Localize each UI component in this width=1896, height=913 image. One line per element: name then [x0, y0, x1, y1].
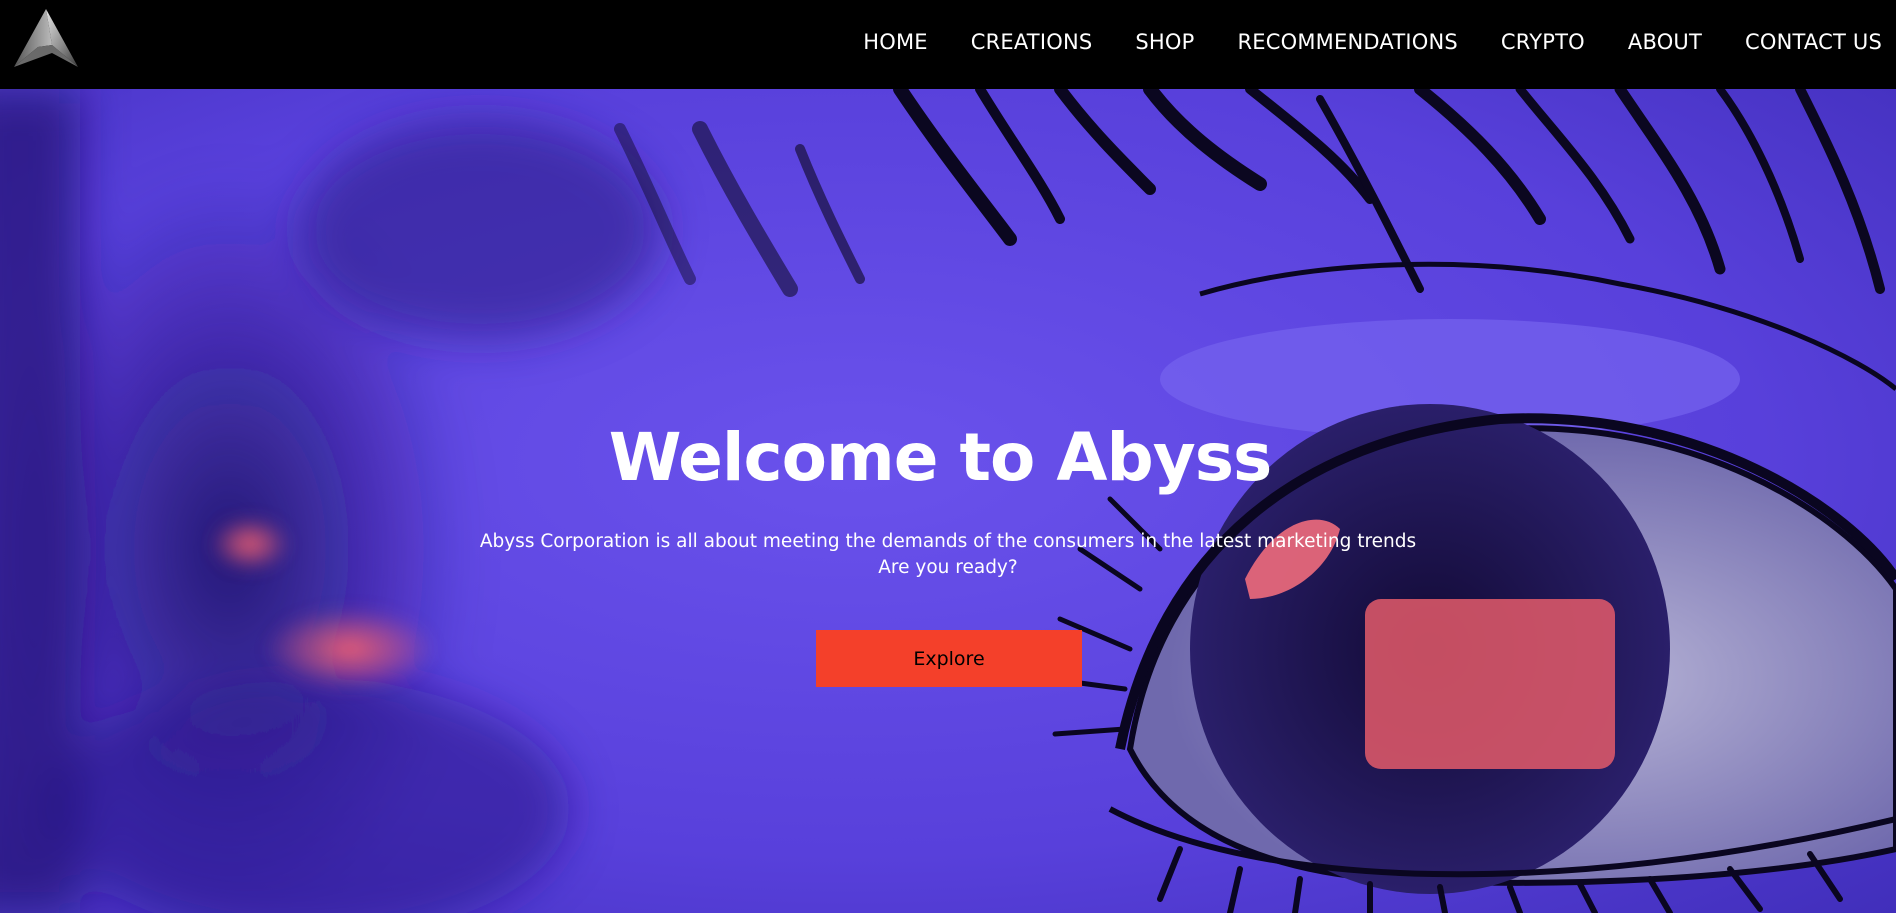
hero-title: Welcome to Abyss — [608, 419, 1273, 496]
hero-section: Welcome to Abyss Abyss Corporation is al… — [0, 89, 1896, 913]
nav-home[interactable]: HOME — [863, 30, 928, 54]
nav-about[interactable]: ABOUT — [1628, 30, 1702, 54]
abyss-logo-icon[interactable] — [12, 7, 80, 69]
nav-recommendations[interactable]: RECOMMENDATIONS — [1238, 30, 1458, 54]
nav-creations[interactable]: CREATIONS — [971, 30, 1093, 54]
main-nav: HOME CREATIONS SHOP RECOMMENDATIONS CRYP… — [820, 0, 1882, 84]
nav-crypto[interactable]: CRYPTO — [1501, 30, 1585, 54]
nav-contact-us[interactable]: CONTACT US — [1745, 30, 1882, 54]
hero-tagline: Are you ready? — [878, 557, 1018, 578]
hero-content: Welcome to Abyss Abyss Corporation is al… — [0, 89, 1896, 913]
nav-shop[interactable]: SHOP — [1135, 30, 1194, 54]
explore-button[interactable]: Explore — [816, 630, 1082, 687]
navbar: HOME CREATIONS SHOP RECOMMENDATIONS CRYP… — [0, 0, 1896, 89]
hero-subtitle: Abyss Corporation is all about meeting t… — [479, 531, 1417, 552]
